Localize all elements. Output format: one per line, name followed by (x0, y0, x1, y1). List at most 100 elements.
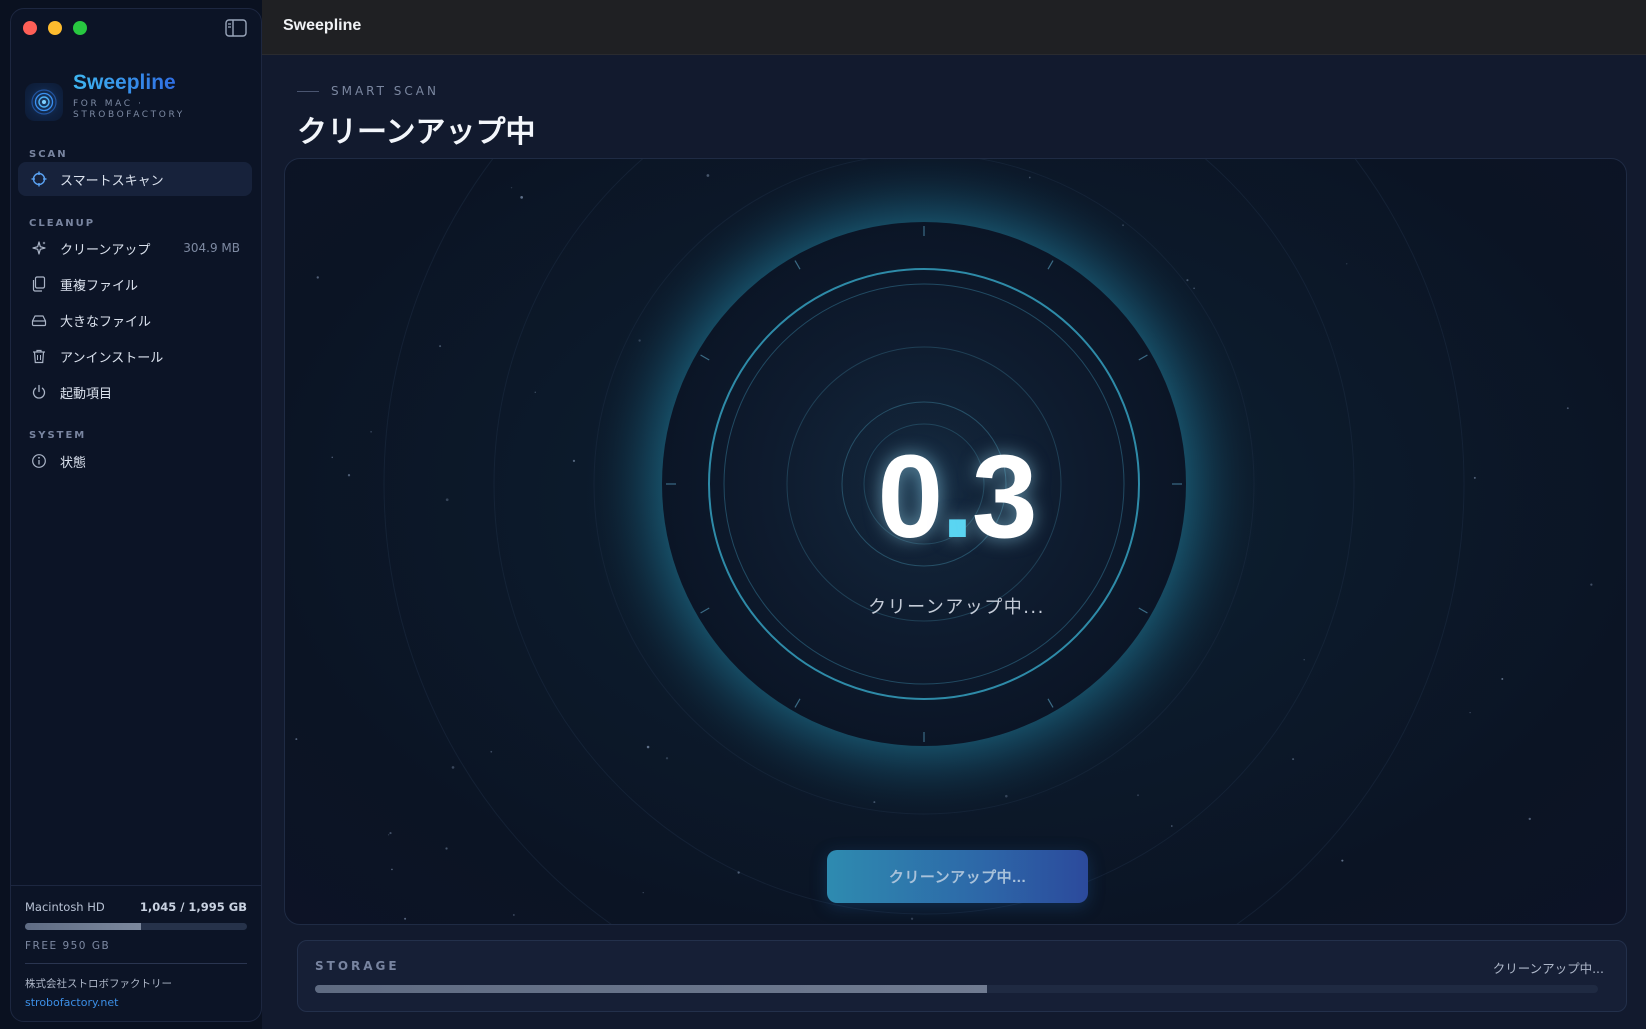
window-title: Sweepline (283, 17, 362, 34)
star (1528, 817, 1531, 821)
sparkle-icon (30, 239, 48, 257)
star (1005, 794, 1008, 798)
cleanup-button[interactable]: クリーンアップ中... (827, 850, 1088, 903)
star (520, 196, 523, 199)
sidebar-item-login-items[interactable]: 起動項目 (18, 375, 252, 409)
company-name: 株式会社ストロボファクトリー (25, 978, 172, 990)
sidebar-item-label: アンインストール (60, 350, 164, 366)
sidebar-item-status[interactable]: 状態 (18, 444, 252, 478)
storage-label: STORAGE (315, 959, 400, 973)
disk-usage-panel: Macintosh HD 1,045 / 1,995 GB FREE 950 G… (11, 885, 261, 1009)
star (665, 757, 669, 760)
maximize-button[interactable] (73, 21, 87, 35)
star (737, 871, 740, 874)
star (391, 868, 393, 871)
minimize-button[interactable] (48, 21, 62, 35)
star (1171, 825, 1173, 827)
sidebar-item-duplicates[interactable]: 重複ファイル (18, 267, 252, 301)
star (445, 847, 448, 850)
scan-counter: 0.3 (285, 429, 1626, 565)
sidebar-item-label: 重複ファイル (60, 278, 139, 294)
storage-progress-bar (315, 985, 1598, 993)
cleanup-size-badge: 304.9 MB (183, 241, 240, 255)
eyebrow-line (297, 90, 319, 92)
scan-panel: 0.3 クリーンアップ中... クリーンアップ中... (284, 158, 1627, 925)
eyebrow: SMART SCAN (297, 84, 439, 98)
sidebar-item-label: 起動項目 (60, 386, 113, 402)
brand-name: Sweepline (73, 71, 185, 95)
star (1345, 263, 1348, 265)
star (1137, 794, 1139, 797)
sidebar-toggle-icon[interactable] (225, 19, 247, 37)
app-logo-icon (25, 83, 63, 121)
counter-dot: . (941, 431, 974, 563)
brand: Sweepline FOR MAC · STROBOFACTORY (25, 71, 185, 121)
star (1590, 583, 1593, 586)
disk-name: Macintosh HD (25, 900, 105, 914)
storage-panel: STORAGE クリーンアップ中... (297, 940, 1627, 1012)
star (389, 832, 392, 835)
crosshair-icon (30, 170, 48, 188)
storage-progress-fill (315, 985, 988, 993)
drive-icon (30, 311, 48, 329)
star (1028, 176, 1031, 179)
main-content: SMART SCAN クリーンアップ中 0.3 クリーンアップ中... クリーン… (262, 55, 1646, 1029)
sidebar-item-label: クリーンアップ (60, 242, 151, 258)
divider (25, 963, 247, 964)
sidebar-item-label: 大きなファイル (60, 314, 152, 330)
star (1501, 677, 1504, 680)
trash-icon (30, 347, 48, 365)
star (910, 917, 914, 920)
sidebar-item-uninstall[interactable]: アンインストール (18, 339, 252, 373)
disk-free-label: FREE 950 GB (25, 940, 111, 952)
star (316, 276, 319, 279)
star (1303, 659, 1305, 661)
page-title: クリーンアップ中 (297, 115, 536, 150)
sidebar-item-label: スマートスキャン (60, 173, 164, 189)
star (706, 174, 710, 177)
star (1292, 758, 1295, 761)
star (1193, 287, 1195, 290)
star (1186, 279, 1189, 282)
disk-usage-value: 1,045 / 1,995 GB (139, 900, 247, 914)
star (873, 801, 876, 804)
window-controls (23, 21, 87, 35)
close-button[interactable] (23, 21, 37, 35)
sidebar-item-large-files[interactable]: 大きなファイル (18, 303, 252, 337)
info-icon (30, 452, 48, 470)
star (646, 745, 650, 749)
star (439, 345, 442, 348)
sidebar-item-label: 状態 (60, 455, 87, 471)
sidebar-item-cleanup[interactable]: クリーンアップ 304.9 MB (18, 231, 252, 265)
star (387, 834, 390, 836)
section-label-cleanup: CLEANUP (29, 218, 96, 229)
sidebar-item-smart-scan[interactable]: スマートスキャン (18, 162, 252, 196)
star (295, 738, 298, 741)
sidebar: Sweepline FOR MAC · STROBOFACTORY SCAN ス… (10, 8, 262, 1022)
star (1341, 859, 1344, 862)
brand-subtitle: FOR MAC · STROBOFACTORY (73, 99, 185, 121)
counter-fraction: 3 (971, 431, 1038, 563)
disk-usage-fill (25, 923, 142, 930)
star (404, 917, 407, 920)
duplicate-files-icon (30, 275, 48, 293)
company-link[interactable]: strobofactory.net (25, 996, 247, 1009)
star (638, 339, 641, 342)
section-label-scan: SCAN (29, 149, 68, 160)
brand-subtitle-line2: STROBOFACTORY (73, 110, 185, 120)
power-icon (30, 383, 48, 401)
storage-status: クリーンアップ中... (1492, 961, 1604, 976)
eyebrow-label: SMART SCAN (331, 84, 439, 98)
brand-subtitle-line1: FOR MAC · (73, 99, 144, 109)
star (490, 750, 493, 753)
counter-whole: 0 (877, 431, 943, 563)
star (534, 391, 536, 393)
star (510, 187, 513, 189)
star (642, 891, 644, 894)
star (512, 914, 515, 916)
star (1122, 224, 1124, 227)
scan-status: クリーンアップ中... (868, 597, 1045, 618)
section-label-system: SYSTEM (29, 430, 87, 441)
star (451, 766, 455, 769)
disk-usage-bar (25, 923, 247, 930)
